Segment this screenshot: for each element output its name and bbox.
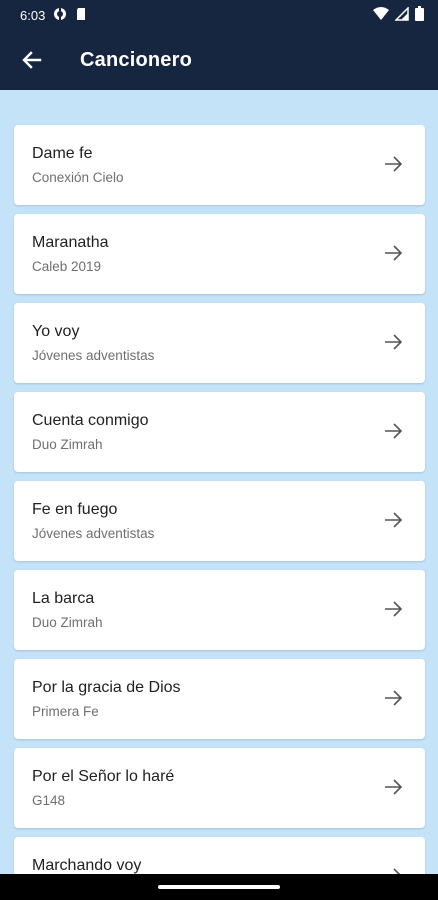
song-list: Dame fe Conexión Cielo Maranatha Caleb 2019… [14, 125, 425, 900]
arrow-forward-icon [385, 423, 403, 439]
song-artist: G148 [32, 793, 66, 808]
song-artist: Primera Fe [32, 704, 99, 719]
song-list-item[interactable]: Cuenta conmigo Duo Zimrah [14, 392, 425, 472]
song-title: Por la gracia de Dios [32, 679, 181, 696]
song-artist: Caleb 2019 [32, 259, 102, 274]
song-list-item[interactable]: La barca Duo Zimrah [14, 570, 425, 650]
arrow-forward-icon [385, 245, 403, 261]
song-title: La barca [32, 590, 95, 607]
song-list-item[interactable]: Maranatha Caleb 2019 [14, 214, 425, 294]
arrow-forward-icon [385, 334, 403, 350]
song-list-item[interactable]: Dame fe Conexión Cielo [14, 125, 425, 205]
app-bar: Cancionero [0, 30, 438, 90]
arrow-forward-icon [385, 156, 403, 172]
song-artist: Duo Zimrah [32, 615, 103, 630]
back-button[interactable] [0, 30, 64, 90]
song-list-item[interactable]: Por el Señor lo haré G148 [14, 748, 425, 828]
song-title: Cuenta conmigo [32, 412, 149, 429]
navigation-bar [0, 874, 438, 900]
song-list-item[interactable]: Yo voy Jóvenes adventistas [14, 303, 425, 383]
status-time: 6:03 [20, 7, 46, 23]
app-notification-icon [53, 7, 67, 24]
battery-icon [415, 6, 424, 24]
arrow-forward-icon [385, 601, 403, 617]
sim-card-icon [75, 7, 87, 24]
status-bar: 6:03 [0, 0, 438, 30]
song-artist: Jóvenes adventistas [32, 526, 155, 541]
song-title: Por el Señor lo haré [32, 768, 175, 785]
song-artist: Conexión Cielo [32, 170, 124, 185]
arrow-back-icon [22, 51, 42, 69]
song-list-item[interactable]: Por la gracia de Dios Primera Fe [14, 659, 425, 739]
song-artist: Duo Zimrah [32, 437, 103, 452]
song-title: Fe en fuego [32, 501, 118, 518]
page-title: Cancionero [80, 48, 193, 71]
signal-icon [394, 5, 409, 24]
arrow-forward-icon [385, 512, 403, 528]
song-title: Marchando voy [32, 857, 142, 874]
song-title: Dame fe [32, 145, 93, 162]
arrow-forward-icon [385, 779, 403, 795]
song-title: Maranatha [32, 234, 109, 251]
song-title: Yo voy [32, 323, 80, 340]
wifi-icon [373, 6, 389, 24]
song-artist: Jóvenes adventistas [32, 348, 155, 363]
top-bar: 6:03 Cancionero [0, 0, 438, 90]
arrow-forward-icon [385, 690, 403, 706]
song-list-item[interactable]: Fe en fuego Jóvenes adventistas [14, 481, 425, 561]
home-gesture-bar[interactable] [158, 885, 280, 889]
